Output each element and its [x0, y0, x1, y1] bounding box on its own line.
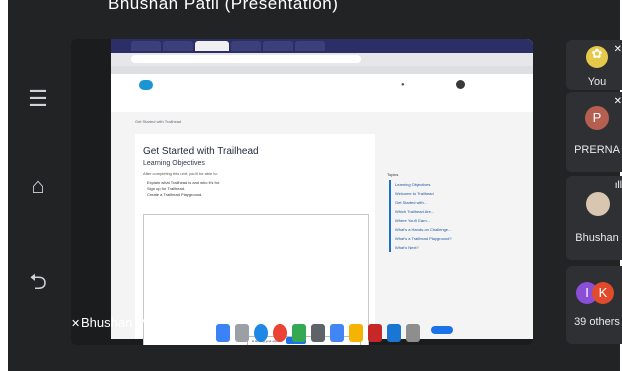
chrome-icon[interactable]: [273, 323, 287, 342]
participant-tile-prerna[interactable]: P ✕ PRERNA: [566, 92, 622, 172]
folder-icon[interactable]: [387, 323, 401, 342]
topic-link[interactable]: What's a Hands-on Challenge...: [395, 225, 452, 234]
topics-list: Learning Objectives Welcome to Trailhead…: [389, 180, 452, 252]
mic-off-icon: ✕: [71, 318, 81, 330]
learning-objectives-heading: Learning Objectives: [143, 160, 205, 167]
objectives-list: Explain what Trailhead is and who it's f…: [147, 180, 220, 198]
participant-count: 39 others: [574, 316, 620, 328]
app-icon[interactable]: [311, 323, 325, 342]
avatar-initial: P: [585, 106, 609, 130]
avatar: ✿: [586, 46, 608, 68]
participant-tile-bhushan[interactable]: ıll Bhushan: [566, 176, 622, 260]
list-item: Create a Trailhead Playground.: [147, 192, 203, 197]
topic-link[interactable]: Learning Objectives: [395, 180, 452, 189]
messages-icon[interactable]: [292, 323, 306, 342]
mic-off-icon: ✕: [613, 44, 622, 55]
avatar-initial: K: [592, 282, 614, 304]
bookmarks-bar: [111, 66, 533, 74]
menu-icon[interactable]: ☰: [20, 85, 56, 113]
unit-title: Get Started with Trailhead: [143, 146, 259, 157]
browser-tab[interactable]: [231, 41, 261, 51]
browser-tabs: [111, 39, 533, 53]
trash-icon[interactable]: [406, 323, 420, 342]
safari-icon[interactable]: [254, 323, 268, 342]
presenter-label: ✕ Bhushan Patil: [71, 315, 162, 330]
participant-name: Bhushan: [575, 232, 619, 244]
topic-link[interactable]: Which Trailhead Are...: [395, 207, 452, 216]
address-bar: [111, 53, 533, 66]
participant-name: PRERNA: [574, 144, 620, 156]
browser-tab[interactable]: [295, 41, 325, 51]
app-icon[interactable]: [330, 323, 344, 342]
notification-icon[interactable]: ●: [401, 82, 405, 88]
meeting-window: Bhushan Patil (Presentation) ☰ ⌂ ⮌ ● Get…: [8, 0, 622, 371]
finder-icon[interactable]: [216, 323, 230, 342]
browser-tab-active[interactable]: [195, 41, 229, 51]
objectives-intro: After completing this unit, you'll be ab…: [143, 171, 218, 176]
presenter-name: Bhushan Patil: [81, 315, 162, 330]
topic-link[interactable]: Get Started with...: [395, 198, 452, 207]
pdf-icon[interactable]: [368, 323, 382, 342]
browser-window: ● Get Started with Trailhead Get Started…: [111, 39, 533, 345]
breadcrumb[interactable]: Get Started with Trailhead: [135, 119, 181, 124]
home-icon[interactable]: ⌂: [20, 172, 56, 200]
topic-link[interactable]: Where You'll Earn...: [395, 216, 452, 225]
topics-label: Topics: [387, 172, 399, 177]
mac-dock: [216, 320, 446, 345]
participant-name: You: [587, 76, 607, 88]
trailhead-page: ● Get Started with Trailhead Get Started…: [111, 74, 533, 345]
user-avatar[interactable]: [456, 80, 465, 89]
topic-link[interactable]: What's a Trailhead Playground?: [395, 234, 452, 243]
url-input[interactable]: [131, 55, 361, 63]
browser-tab[interactable]: [131, 41, 161, 51]
participant-tile-others[interactable]: I K 39 others: [566, 266, 622, 344]
avatar-photo: [586, 192, 610, 216]
speaking-icon: ıll: [614, 180, 622, 191]
topic-link[interactable]: Welcome to Trailhead: [395, 189, 452, 198]
back-icon[interactable]: ⮌: [20, 269, 56, 298]
site-header: ●: [111, 74, 533, 112]
launchpad-icon[interactable]: [235, 323, 249, 342]
presentation-caption: Bhushan Patil (Presentation): [108, 0, 339, 13]
browser-tab[interactable]: [263, 41, 293, 51]
unit-content: Get Started with Trailhead Learning Obje…: [135, 134, 375, 345]
topics-panel: Topics Learning Objectives Welcome to Tr…: [387, 134, 517, 339]
mic-off-icon: ✕: [613, 96, 622, 107]
browser-tab[interactable]: [163, 41, 193, 51]
salesforce-logo[interactable]: [139, 80, 153, 90]
shared-screen: ● Get Started with Trailhead Get Started…: [71, 39, 533, 345]
participant-tile-you[interactable]: ✿ ✕ You: [566, 40, 622, 90]
topic-link[interactable]: What's Next?: [395, 243, 452, 252]
notes-icon[interactable]: [349, 323, 363, 342]
